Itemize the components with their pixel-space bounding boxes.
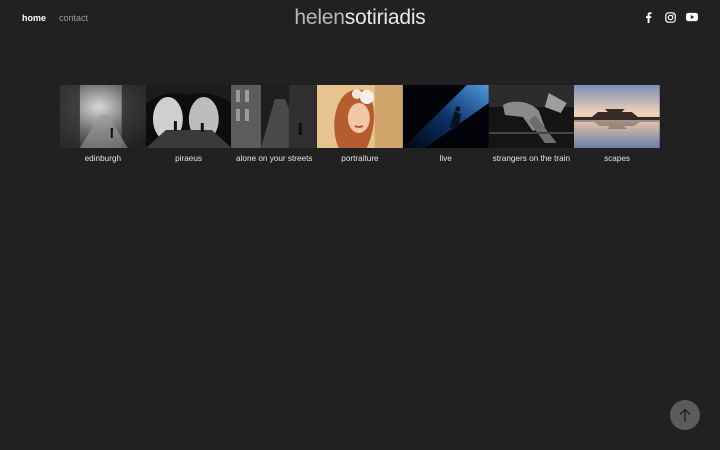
gallery-thumbnail[interactable] xyxy=(231,85,318,148)
gallery-thumbnail[interactable] xyxy=(317,85,403,148)
gallery-item[interactable]: edinburgh xyxy=(60,85,146,164)
site-header: home contact helensotiriadis xyxy=(0,0,720,36)
gallery-item-label[interactable]: live xyxy=(406,154,486,164)
gallery-item[interactable]: live xyxy=(402,85,489,164)
logo-first-name: helen xyxy=(294,6,345,29)
gallery-thumbnail[interactable] xyxy=(402,85,489,148)
gallery-thumbnail[interactable] xyxy=(60,85,146,148)
site-logo[interactable]: helensotiriadis xyxy=(0,5,720,31)
youtube-icon[interactable] xyxy=(686,11,698,23)
gallery-item-label[interactable]: portraiture xyxy=(320,154,400,164)
back-to-top-button[interactable] xyxy=(670,400,700,430)
gallery-item[interactable]: alone on your streets xyxy=(231,85,318,164)
arrow-up-icon xyxy=(679,408,691,422)
page: home contact helensotiriadis edinburgh p… xyxy=(0,0,720,450)
gallery-item-label[interactable]: scapes xyxy=(577,154,657,164)
gallery-item-label[interactable]: piraeus xyxy=(149,154,229,164)
social-links xyxy=(642,11,698,23)
facebook-icon[interactable] xyxy=(642,11,654,23)
gallery-item[interactable]: piraeus xyxy=(145,85,232,164)
gallery-item-label[interactable]: strangers on the train xyxy=(491,154,571,164)
gallery-thumbnail[interactable] xyxy=(145,85,232,148)
gallery-item-label[interactable]: alone on your streets xyxy=(234,154,314,164)
gallery-item[interactable]: scapes xyxy=(574,85,660,164)
gallery-item[interactable]: strangers on the train xyxy=(488,85,575,164)
gallery-thumbnail[interactable] xyxy=(574,85,660,148)
logo-last-name: sotiriadis xyxy=(344,6,426,29)
instagram-icon[interactable] xyxy=(664,11,676,23)
gallery-thumbnail[interactable] xyxy=(488,85,575,148)
gallery-item-label[interactable]: edinburgh xyxy=(63,154,143,164)
gallery-grid: edinburgh piraeus alone on your streets … xyxy=(60,85,660,164)
gallery-item[interactable]: portraiture xyxy=(317,85,403,164)
